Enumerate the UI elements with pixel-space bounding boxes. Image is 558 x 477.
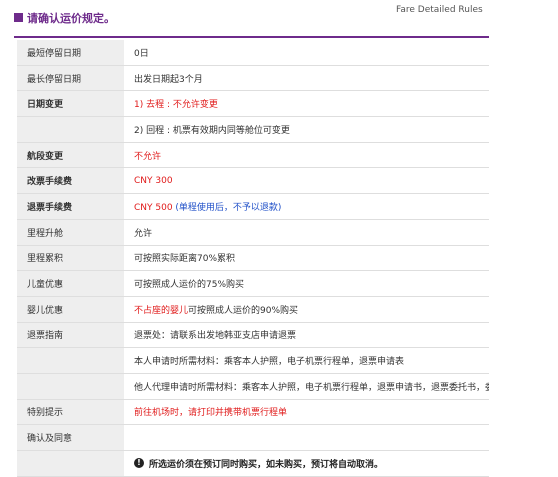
rule-value-text: 他人代理申请时所需材料：乘客本人护照，电子机票行程单，退票申请书，退票委托书，委… — [134, 382, 489, 393]
warning-icon: ! — [134, 458, 144, 469]
page-title: 请确认运价规定。 — [27, 12, 115, 25]
title-square-icon — [14, 13, 23, 22]
rule-label: 最短停留日期 — [17, 40, 124, 66]
rule-value: 不占座的婴儿可按照成人运价的90%购买 — [124, 296, 489, 323]
rule-value: 他人代理申请时所需材料：乘客本人护照，电子机票行程单，退票申请书，退票委托书，委… — [124, 373, 489, 400]
confirm-notice-cell: ! 所选运价须在预订同时购买，如未购买，预订将自动取消。 — [124, 450, 489, 477]
rule-label — [17, 116, 124, 143]
rule-value-text: 可按照实际距离70%累积 — [134, 254, 236, 265]
rule-label — [17, 373, 124, 400]
rule-row: 他人代理申请时所需材料：乘客本人护照，电子机票行程单，退票申请书，退票委托书，委… — [17, 373, 489, 400]
rule-row: 退票手续费 CNY 500 (单程使用后，不予以退款) — [17, 193, 489, 220]
rule-label: 日期变更 — [17, 90, 124, 118]
rule-label: 特别提示 — [17, 399, 124, 426]
rule-value: 可按照实际距离70%累积 — [124, 245, 489, 272]
rule-value-text: CNY 300 — [134, 175, 173, 186]
confirm-notice-row: ! 所选运价须在预订同时购买，如未购买，预订将自动取消。 — [17, 450, 489, 477]
rule-value-text: 前往机场时，请打印并携带机票行程单 — [134, 408, 288, 419]
rule-value: 2) 回程 : 机票有效期内同等舱位可变更 — [124, 116, 489, 143]
header-divider — [14, 36, 489, 38]
rule-row: 婴儿优惠 不占座的婴儿可按照成人运价的90%购买 — [17, 296, 489, 323]
rule-label: 退票指南 — [17, 322, 124, 349]
rule-row: 特别提示 前往机场时，请打印并携带机票行程单 — [17, 399, 489, 426]
rule-value: 本人申请时所需材料：乘客本人护照，电子机票行程单，退票申请表 — [124, 347, 489, 374]
fare-rules-body: 最短停留日期 0日 最长停留日期 出发日期起3个月 日期变更 1) 去程 : 不允许变更 2… — [17, 40, 489, 426]
rule-value: 允许 — [124, 219, 489, 246]
rule-value: 退票处：请联系出发地韩亚支店申请退票 — [124, 322, 489, 349]
rule-value: 1) 去程 : 不允许变更 — [124, 90, 489, 118]
rule-label: 航段变更 — [17, 142, 124, 169]
rule-value-text: 不允许 — [134, 151, 162, 162]
rule-value-text: 本人申请时所需材料：乘客本人护照，电子机票行程单，退票申请表 — [134, 357, 405, 368]
rule-value: 可按照成人运价的75%购买 — [124, 270, 489, 297]
rule-label: 里程累积 — [17, 245, 124, 272]
rule-label: 改票手续费 — [17, 167, 124, 195]
rule-row: 最短停留日期 0日 — [17, 40, 489, 66]
rule-value-text: 允许 — [134, 228, 153, 239]
rule-value-text: 退票处：请联系出发地韩亚支店申请退票 — [134, 331, 297, 342]
fare-rules-table: 最短停留日期 0日 最长停留日期 出发日期起3个月 日期变更 1) 去程 : 不允许变更 2… — [17, 40, 489, 477]
confirm-notice-text: 所选运价须在预订同时购买，如未购买，预订将自动取消。 — [149, 459, 384, 470]
rule-label: 退票手续费 — [17, 193, 124, 220]
rule-label — [17, 347, 124, 374]
rule-value-text: 2) 回程 : 机票有效期内同等舱位可变更 — [134, 125, 290, 136]
rule-value: 出发日期起3个月 — [124, 65, 489, 92]
rule-value-text: 不占座的婴儿 — [134, 305, 189, 316]
rules-header: 请确认运价规定。 Fare Detailed Rules — [0, 0, 558, 38]
rule-label: 儿童优惠 — [17, 270, 124, 297]
rule-row: 航段变更 不允许 — [17, 142, 489, 169]
rule-label: 婴儿优惠 — [17, 296, 124, 323]
rule-label: 里程升舱 — [17, 219, 124, 246]
rule-row: 本人申请时所需材料：乘客本人护照，电子机票行程单，退票申请表 — [17, 347, 489, 374]
rule-value-text: 0日 — [134, 48, 149, 59]
rule-row: 2) 回程 : 机票有效期内同等舱位可变更 — [17, 116, 489, 143]
rule-label: 最长停留日期 — [17, 65, 124, 92]
rule-row: 里程累积 可按照实际距离70%累积 — [17, 245, 489, 272]
rule-value-text: (单程使用后，不予以退款) — [175, 202, 282, 213]
rule-row: 日期变更 1) 去程 : 不允许变更 — [17, 90, 489, 118]
rule-value-text: 1) 去程 : 不允许变更 — [134, 100, 218, 111]
rule-row: 里程升舱 允许 — [17, 219, 489, 246]
rule-value: 0日 — [124, 40, 489, 66]
rule-row: 儿童优惠 可按照成人运价的75%购买 — [17, 270, 489, 297]
rule-row: 最长停留日期 出发日期起3个月 — [17, 65, 489, 92]
rule-value: 前往机场时，请打印并携带机票行程单 — [124, 399, 489, 426]
confirm-label-spacer — [17, 450, 124, 477]
rule-value: CNY 300 — [124, 167, 489, 195]
confirm-section: 确认及同意 ! 所选运价须在预订同时购买，如未购买，预订将自动取消。 — [17, 424, 489, 477]
page-subtitle: Fare Detailed Rules — [396, 5, 483, 15]
rule-value: CNY 500 (单程使用后，不予以退款) — [124, 193, 489, 220]
rule-value-text: CNY 500 — [134, 202, 176, 213]
rule-value-text: 可按照成人运价的90%购买 — [188, 305, 299, 316]
rule-value-text: 可按照成人运价的75%购买 — [134, 280, 245, 291]
rule-row: 改票手续费 CNY 300 — [17, 167, 489, 195]
rule-value-text: 出发日期起3个月 — [134, 74, 203, 85]
rule-row: 退票指南 退票处：请联系出发地韩亚支店申请退票 — [17, 322, 489, 349]
rule-value: 不允许 — [124, 142, 489, 169]
